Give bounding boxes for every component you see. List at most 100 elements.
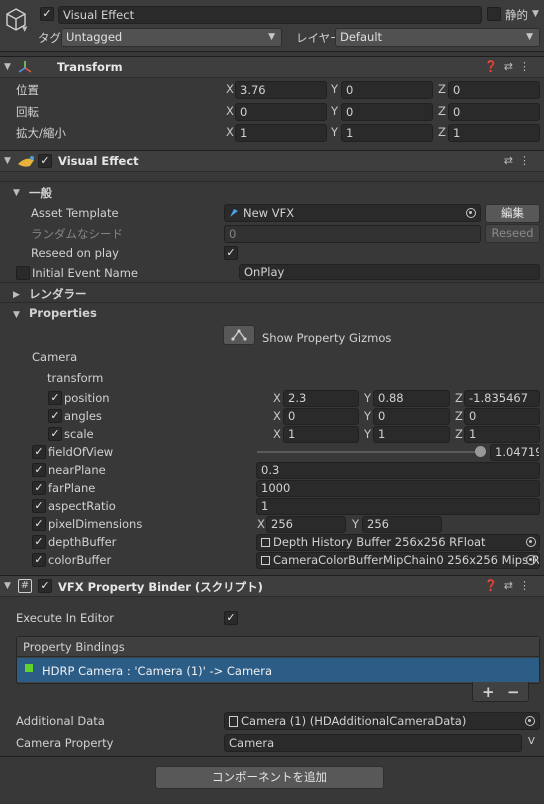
cam-position-y-field[interactable]: 0.88 (373, 390, 450, 407)
axis-y-label[interactable]: Y (352, 517, 359, 531)
foldout-arrow-icon[interactable]: ▼ (4, 156, 11, 166)
add-component-button[interactable]: コンポーネントを追加 (155, 766, 384, 789)
depth-buffer-checkbox[interactable]: ✓ (32, 535, 46, 549)
axis-x-label[interactable]: X (226, 125, 234, 139)
rotation-x-field[interactable]: 0 (235, 103, 327, 121)
axis-x-label[interactable]: X (226, 104, 234, 118)
fov-slider-thumb[interactable] (474, 446, 486, 457)
cam-angles-z-field[interactable]: 0 (464, 408, 540, 425)
additional-data-field[interactable]: Camera (1) (HDAdditionalCameraData) (224, 712, 540, 730)
preset-icon[interactable]: ⇄ (504, 579, 519, 592)
fov-slider-track[interactable] (257, 451, 485, 453)
depth-buffer-field[interactable]: Depth History Buffer 256x256 RFloat (256, 534, 540, 551)
axis-x-label[interactable]: X (273, 409, 281, 423)
static-dropdown-icon[interactable]: ▼ (532, 9, 539, 19)
remove-binding-button[interactable]: − (507, 683, 520, 701)
far-plane-field[interactable]: 1000 (256, 480, 540, 497)
asset-template-field[interactable]: New VFX (224, 204, 481, 222)
cam-scale-x-field[interactable]: 1 (283, 426, 359, 443)
near-plane-checkbox[interactable]: ✓ (32, 463, 46, 477)
axis-y-label[interactable]: Y (364, 391, 371, 405)
rotation-z-field[interactable]: 0 (448, 103, 540, 121)
axis-y-label[interactable]: Y (331, 125, 338, 139)
object-picker-icon[interactable] (526, 555, 536, 565)
aspect-ratio-field[interactable]: 1 (256, 498, 540, 515)
object-picker-icon[interactable] (525, 716, 535, 726)
cam-scale-checkbox[interactable]: ✓ (48, 427, 62, 441)
more-options-icon[interactable]: ⋮ (519, 60, 536, 73)
header-icons[interactable]: ⇄⋮ (504, 154, 536, 167)
position-y-field[interactable]: 0 (341, 81, 433, 99)
binder-enabled-checkbox[interactable]: ✓ (38, 579, 52, 593)
position-x-field[interactable]: 3.76 (235, 81, 327, 99)
visual-effect-enabled-checkbox[interactable]: ✓ (38, 154, 52, 168)
object-picker-icon[interactable] (526, 537, 536, 547)
cam-position-x-field[interactable]: 2.3 (283, 390, 359, 407)
camera-property-tail[interactable]: V (528, 736, 535, 747)
rotation-y-field[interactable]: 0 (341, 103, 433, 121)
more-options-icon[interactable]: ⋮ (519, 579, 536, 592)
cam-scale-y-field[interactable]: 1 (373, 426, 450, 443)
axis-y-label[interactable]: Y (364, 427, 371, 441)
active-checkbox[interactable]: ✓ (40, 7, 54, 21)
foldout-arrow-icon[interactable]: ▼ (4, 581, 11, 591)
aspect-ratio-checkbox[interactable]: ✓ (32, 499, 46, 513)
axis-z-label[interactable]: Z (438, 82, 446, 96)
object-picker-icon[interactable] (466, 208, 476, 218)
scale-x-field[interactable]: 1 (235, 124, 327, 142)
preset-icon[interactable]: ⇄ (504, 60, 519, 73)
cam-scale-z-field[interactable]: 1 (464, 426, 540, 443)
transform-header[interactable]: ▼ Transform ❓⇄⋮ (0, 56, 544, 78)
cam-position-checkbox[interactable]: ✓ (48, 391, 62, 405)
axis-z-label[interactable]: Z (455, 427, 463, 441)
tag-dropdown[interactable]: Untagged ▼ (61, 28, 282, 47)
fov-checkbox[interactable]: ✓ (32, 445, 46, 459)
axis-z-label[interactable]: Z (438, 104, 446, 118)
execute-in-editor-checkbox[interactable]: ✓ (224, 611, 238, 625)
cam-angles-checkbox[interactable]: ✓ (48, 409, 62, 423)
pixel-dimensions-checkbox[interactable]: ✓ (32, 517, 46, 531)
axis-y-label[interactable]: Y (364, 409, 371, 423)
object-name-field[interactable]: Visual Effect (58, 6, 482, 24)
axis-x-label[interactable]: X (257, 517, 265, 531)
preset-icon[interactable]: ⇄ (504, 154, 519, 167)
far-plane-checkbox[interactable]: ✓ (32, 481, 46, 495)
scale-y-field[interactable]: 1 (341, 124, 433, 142)
gizmo-toggle-button[interactable] (223, 325, 255, 345)
cam-angles-y-field[interactable]: 0 (373, 408, 450, 425)
position-z-field[interactable]: 0 (448, 81, 540, 99)
axis-z-label[interactable]: Z (438, 125, 446, 139)
initial-event-checkbox[interactable] (16, 266, 30, 280)
binder-header[interactable]: ▼ # ✓ VFX Property Binder (スクリプト) ❓⇄⋮ (0, 575, 544, 597)
foldout-arrow-icon[interactable]: ▼ (13, 310, 20, 320)
pixel-x-field[interactable]: 256 (266, 516, 346, 533)
axis-y-label[interactable]: Y (331, 104, 338, 118)
add-binding-button[interactable]: + (482, 683, 495, 701)
foldout-arrow-icon[interactable]: ▼ (4, 62, 11, 72)
axis-x-label[interactable]: X (226, 82, 234, 96)
color-buffer-checkbox[interactable]: ✓ (32, 553, 46, 567)
cam-angles-x-field[interactable]: 0 (283, 408, 359, 425)
header-icons[interactable]: ❓⇄⋮ (484, 60, 536, 73)
scale-z-field[interactable]: 1 (448, 124, 540, 142)
camera-property-field[interactable]: Camera (224, 734, 522, 752)
foldout-arrow-icon[interactable]: ▶ (13, 290, 20, 300)
help-icon[interactable]: ❓ (484, 579, 504, 592)
layer-dropdown[interactable]: Default ▼ (335, 28, 540, 47)
axis-z-label[interactable]: Z (455, 391, 463, 405)
initial-event-field[interactable]: OnPlay (239, 264, 540, 280)
visual-effect-header[interactable]: ▼ ✓ Visual Effect ⇄⋮ (0, 150, 544, 172)
axis-x-label[interactable]: X (273, 391, 281, 405)
reseed-on-play-checkbox[interactable]: ✓ (224, 246, 238, 260)
help-icon[interactable]: ❓ (484, 60, 504, 73)
pixel-y-field[interactable]: 256 (362, 516, 442, 533)
icon-dropdown-icon[interactable]: ▼ (22, 25, 27, 33)
static-checkbox[interactable] (487, 7, 501, 21)
more-options-icon[interactable]: ⋮ (519, 154, 536, 167)
binding-item-selected[interactable]: HDRP Camera : 'Camera (1)' -> Camera (17, 658, 539, 682)
axis-y-label[interactable]: Y (331, 82, 338, 96)
foldout-arrow-icon[interactable]: ▼ (13, 188, 20, 198)
axis-x-label[interactable]: X (273, 427, 281, 441)
color-buffer-field[interactable]: CameraColorBufferMipChain0 256x256 Mips … (256, 552, 540, 569)
cam-position-z-field[interactable]: -1.835467 (464, 390, 540, 407)
